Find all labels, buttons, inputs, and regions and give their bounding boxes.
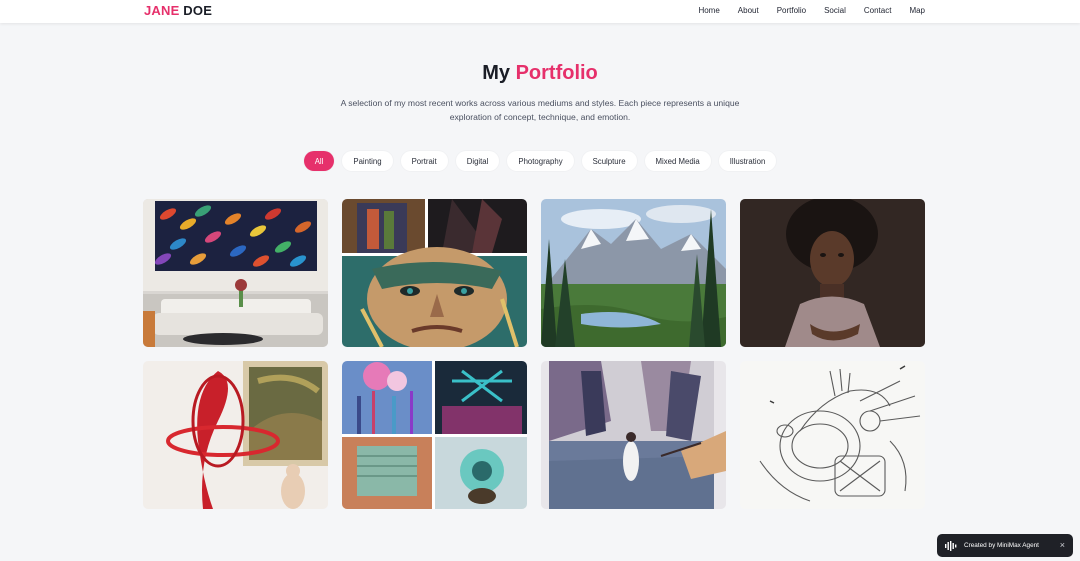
category-filters: All Painting Portrait Digital Photograph…: [0, 151, 1080, 171]
page-subtitle: A selection of my most recent works acro…: [340, 98, 740, 122]
mixed-media-image: [342, 361, 527, 509]
title-plain: My: [482, 62, 510, 84]
nav-map[interactable]: Map: [909, 6, 925, 15]
filter-mixed-media[interactable]: Mixed Media: [644, 151, 711, 171]
filter-sculpture[interactable]: Sculpture: [581, 151, 637, 171]
gallery-item-portrait-photo[interactable]: [740, 199, 925, 347]
filter-all[interactable]: All: [303, 151, 335, 171]
main-nav: Home About Portfolio Social Contact Map: [680, 6, 925, 15]
nav-about[interactable]: About: [738, 6, 759, 15]
page-title: My Portfolio: [0, 62, 1080, 85]
nav-social[interactable]: Social: [824, 6, 846, 15]
red-sculpture-image: [143, 361, 328, 509]
gallery-item-pencil-sketch[interactable]: [740, 361, 925, 509]
gallery-item-mountain-landscape[interactable]: [541, 199, 726, 347]
watercolor-image: [541, 361, 726, 509]
filter-digital[interactable]: Digital: [455, 151, 500, 171]
title-accent: Portfolio: [515, 62, 598, 84]
nav-portfolio[interactable]: Portfolio: [777, 6, 806, 15]
created-by-badge[interactable]: Created by MiniMax Agent ×: [937, 534, 1073, 557]
filter-photography[interactable]: Photography: [507, 151, 574, 171]
filter-portrait[interactable]: Portrait: [400, 151, 448, 171]
logo-last-name: DOE: [183, 3, 213, 18]
nav-home[interactable]: Home: [698, 6, 719, 15]
gallery-item-mixed-media[interactable]: [342, 361, 527, 509]
waveform-icon: [945, 540, 957, 551]
site-logo[interactable]: JANE DOE: [144, 3, 212, 18]
gallery-item-watercolor[interactable]: [541, 361, 726, 509]
pencil-sketch-image: [740, 361, 925, 509]
close-icon[interactable]: ×: [1060, 540, 1065, 550]
gallery-item-abstract-painting[interactable]: [143, 199, 328, 347]
filter-painting[interactable]: Painting: [342, 151, 393, 171]
gallery-item-portrait-collage[interactable]: [342, 199, 527, 347]
top-navbar: JANE DOE Home About Portfolio Social Con…: [0, 0, 1080, 23]
gallery-item-red-sculpture[interactable]: [143, 361, 328, 509]
mountain-landscape-image: [541, 199, 726, 347]
logo-first-name: JANE: [144, 3, 180, 18]
badge-text: Created by MiniMax Agent: [964, 542, 1039, 549]
nav-contact[interactable]: Contact: [864, 6, 892, 15]
portfolio-gallery: [143, 199, 925, 509]
filter-illustration[interactable]: Illustration: [718, 151, 777, 171]
abstract-painting-image: [143, 199, 328, 347]
portrait-photo-image: [740, 199, 925, 347]
portrait-collage-image: [342, 199, 527, 347]
